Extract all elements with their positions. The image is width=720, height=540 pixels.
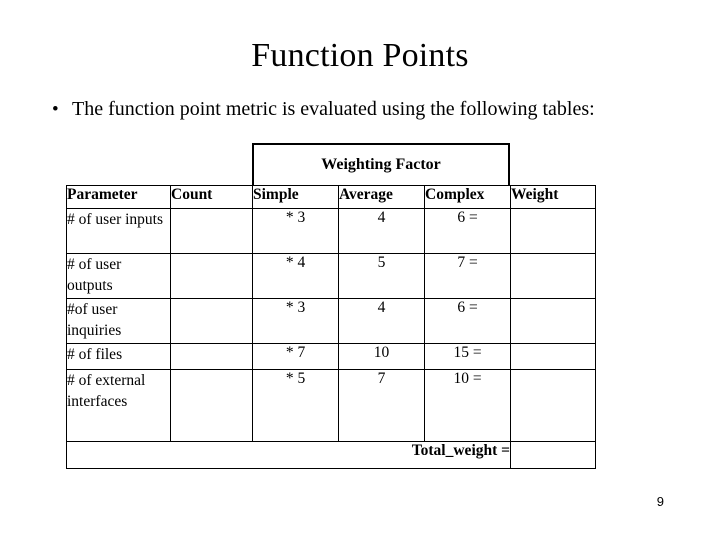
cell-weight[interactable] <box>510 369 596 442</box>
cell-simple: * 3 <box>252 208 339 254</box>
cell-parameter: #of user inquiries <box>66 298 171 344</box>
cell-average: 5 <box>338 253 425 299</box>
cell-parameter: # of user outputs <box>66 253 171 299</box>
table-header-row: Parameter Count Simple Average Complex W… <box>66 185 596 209</box>
total-weight-value[interactable] <box>510 441 596 469</box>
cell-complex: 6 = <box>424 298 511 344</box>
table-row: #of user inquiries * 3 4 6 = <box>66 298 596 344</box>
bullet-list: • The function point metric is evaluated… <box>46 96 666 123</box>
cell-simple: * 4 <box>252 253 339 299</box>
table-row: # of user inputs * 3 4 6 = <box>66 208 596 254</box>
cell-count[interactable] <box>170 369 253 442</box>
column-header-parameter: Parameter <box>66 185 171 209</box>
cell-complex: 10 = <box>424 369 511 442</box>
column-header-average: Average <box>338 185 425 209</box>
cell-parameter: # of external interfaces <box>66 369 171 442</box>
cell-average: 7 <box>338 369 425 442</box>
cell-simple: * 7 <box>252 343 339 370</box>
cell-average: 4 <box>338 208 425 254</box>
cell-average: 10 <box>338 343 425 370</box>
cell-count[interactable] <box>170 208 253 254</box>
cell-complex: 7 = <box>424 253 511 299</box>
weighting-factor-header: Weighting Factor <box>252 143 510 185</box>
list-item: • The function point metric is evaluated… <box>46 96 666 123</box>
cell-average: 4 <box>338 298 425 344</box>
bullet-text: The function point metric is evaluated u… <box>72 98 595 120</box>
cell-count[interactable] <box>170 253 253 299</box>
cell-weight[interactable] <box>510 253 596 299</box>
bullet-point-icon: • <box>52 99 59 120</box>
column-header-complex: Complex <box>424 185 511 209</box>
table-total-row: Total_weight = <box>66 441 596 469</box>
cell-simple: * 5 <box>252 369 339 442</box>
column-header-weight: Weight <box>510 185 596 209</box>
table-row: # of files * 7 10 15 = <box>66 343 596 370</box>
cell-complex: 6 = <box>424 208 511 254</box>
cell-weight[interactable] <box>510 298 596 344</box>
cell-complex: 15 = <box>424 343 511 370</box>
cell-parameter: # of files <box>66 343 171 370</box>
table-row: # of external interfaces * 5 7 10 = <box>66 369 596 442</box>
page-title: Function Points <box>251 37 469 74</box>
page-number: 9 <box>656 494 664 509</box>
total-weight-label: Total_weight = <box>66 441 511 469</box>
function-points-table: Parameter Count Simple Average Complex W… <box>66 185 596 469</box>
table-row: # of user outputs * 4 5 7 = <box>66 253 596 299</box>
cell-weight[interactable] <box>510 343 596 370</box>
slide-canvas: Function Points • The function point met… <box>0 0 720 540</box>
column-header-simple: Simple <box>252 185 339 209</box>
cell-parameter: # of user inputs <box>66 208 171 254</box>
cell-count[interactable] <box>170 343 253 370</box>
cell-weight[interactable] <box>510 208 596 254</box>
cell-count[interactable] <box>170 298 253 344</box>
cell-simple: * 3 <box>252 298 339 344</box>
column-header-count: Count <box>170 185 253 209</box>
